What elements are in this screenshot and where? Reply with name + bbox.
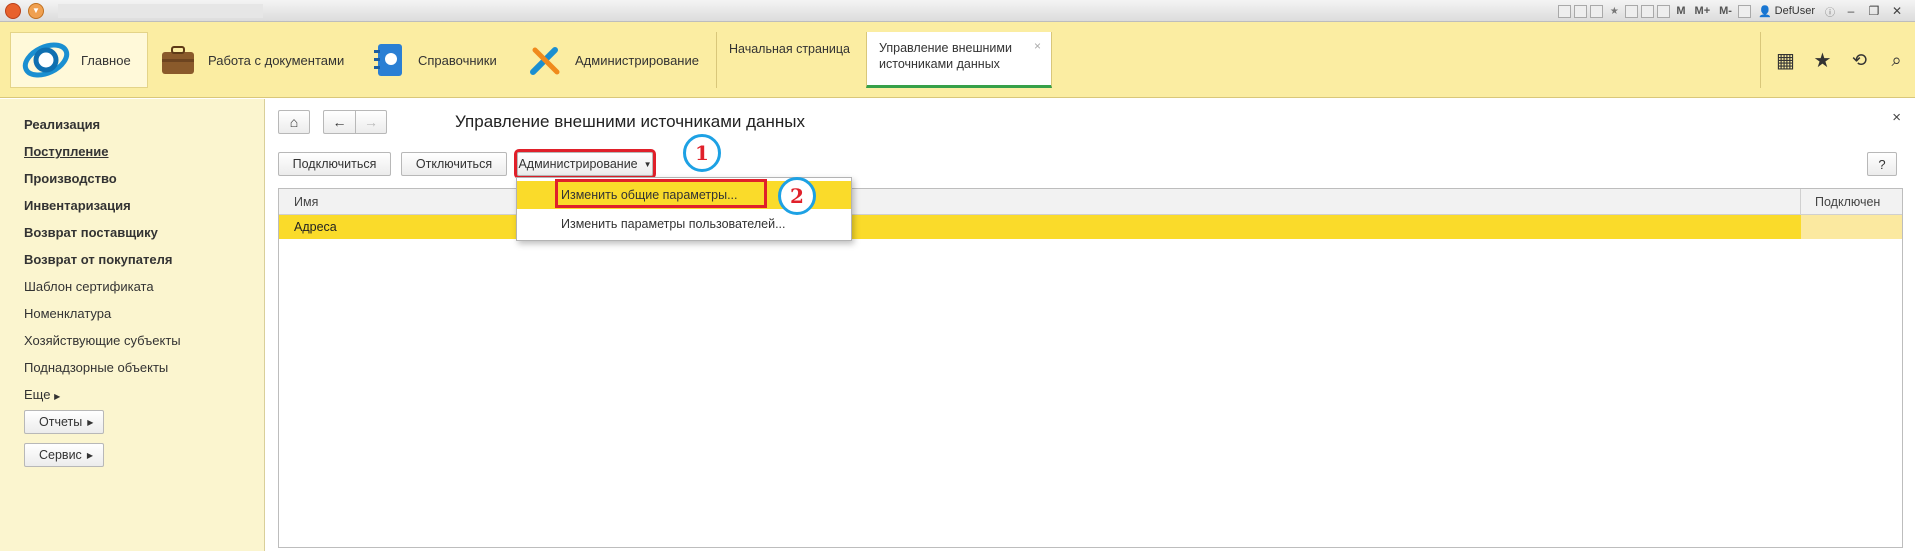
nav-item-certificate-template[interactable]: Шаблон сертификата: [24, 279, 154, 294]
row-connected-cell: [1801, 215, 1902, 239]
triangle-right-icon: ▶: [54, 392, 61, 401]
disconnect-button[interactable]: Отключиться: [401, 152, 507, 176]
user-name: DefUser: [1774, 5, 1815, 17]
tab-close-icon[interactable]: ×: [1034, 38, 1041, 54]
favorites-add-icon[interactable]: ★: [1606, 3, 1622, 19]
tab-external-data-sources-label-1: Управление внешними: [879, 41, 1012, 55]
titlebar-tools: ★ M M+ M- 👤 DefUser ⓘ – ❐ ✕: [1558, 2, 1907, 20]
callout-1: 1: [683, 134, 721, 172]
save-icon[interactable]: [1558, 4, 1572, 18]
administration-button-label: Администрирование: [518, 157, 638, 171]
address-book-icon: [374, 44, 402, 76]
left-navigation: Реализация Поступление Производство Инве…: [0, 99, 265, 551]
nav-item-more[interactable]: Еще ▶: [24, 387, 60, 402]
preview-icon[interactable]: [1590, 4, 1604, 18]
nav-item-return-from-customer[interactable]: Возврат от покупателя: [24, 252, 172, 267]
user-icon: 👤: [1757, 5, 1772, 18]
tab-external-data-sources-label-2: источниками данных: [879, 57, 1000, 71]
close-window-icon[interactable]: ✕: [1887, 4, 1907, 18]
print-icon[interactable]: [1574, 4, 1588, 18]
memory-m-plus-button[interactable]: M+: [1692, 5, 1714, 17]
triangle-right-icon: ▶: [86, 450, 93, 460]
tab-start-page[interactable]: Начальная страница: [716, 32, 866, 88]
triangle-down-icon: ▼: [643, 159, 652, 169]
home-icon: ⌂: [289, 114, 299, 130]
home-button[interactable]: ⌂: [278, 110, 310, 134]
nav-item-inventory[interactable]: Инвентаризация: [24, 198, 131, 213]
search-icon[interactable]: ⌕: [1878, 50, 1915, 71]
callout-2: 2: [778, 177, 816, 215]
triangle-right-icon: ▶: [87, 417, 94, 427]
minimize-icon[interactable]: –: [1841, 4, 1861, 18]
star-icon[interactable]: ★: [1804, 48, 1841, 73]
current-user[interactable]: 👤 DefUser: [1754, 5, 1819, 18]
briefcase-icon: [162, 46, 194, 74]
back-button[interactable]: ←: [323, 110, 355, 134]
section-administration[interactable]: Администрирование: [527, 32, 699, 88]
nav-more-label: Еще: [24, 387, 51, 402]
column-name-header[interactable]: Имя: [294, 195, 318, 209]
link-icon[interactable]: [1625, 4, 1639, 18]
nav-item-receipt[interactable]: Поступление: [24, 144, 109, 159]
calculator-icon[interactable]: [1641, 4, 1655, 18]
section-documents-label: Работа с документами: [208, 52, 345, 68]
form-title: Управление внешними источниками данных: [455, 112, 805, 131]
form-area: ⌂ ← → Управление внешними источниками да…: [266, 99, 1915, 551]
arrow-right-icon: →: [364, 114, 378, 130]
column-separator: [1800, 189, 1801, 215]
section-administration-label: Администрирование: [575, 52, 699, 68]
1c-logo-icon: [22, 42, 70, 78]
window-titlebar: ▼ ★ M M+ M- 👤 DefUser ⓘ – ❐ ✕: [0, 0, 1915, 22]
nav-item-production[interactable]: Производство: [24, 171, 117, 186]
form-close-icon[interactable]: ×: [1892, 109, 1901, 126]
sections-panel: Главное Работа с документами Справочники…: [0, 22, 1915, 98]
section-panel-tools: ▦ ★ ⟲ ⌕: [1760, 32, 1915, 88]
app-logo-icon[interactable]: [5, 3, 21, 19]
tab-external-data-sources[interactable]: Управление внешними источниками данных ×: [866, 32, 1052, 88]
memory-m-button[interactable]: M: [1673, 5, 1688, 17]
column-connected-header[interactable]: Подключен: [1815, 195, 1880, 209]
history-icon[interactable]: ⟲: [1841, 50, 1878, 71]
section-catalogs[interactable]: Справочники: [372, 32, 497, 88]
nav-item-realization[interactable]: Реализация: [24, 117, 100, 132]
apps-grid-icon[interactable]: ▦: [1767, 48, 1804, 73]
restore-icon[interactable]: ❐: [1864, 4, 1884, 18]
data-sources-table: Имя Подключен Адреса: [278, 188, 1903, 548]
service-button[interactable]: Сервис ▶: [24, 443, 104, 467]
calendar-icon[interactable]: [1657, 4, 1671, 18]
main-menu-arrow-icon[interactable]: ▼: [28, 3, 44, 19]
row-name-cell: Адреса: [294, 220, 337, 234]
arrow-left-icon: ←: [332, 114, 347, 130]
info-icon[interactable]: ⓘ: [1822, 3, 1838, 19]
nav-item-supervised-objects[interactable]: Поднадзорные объекты: [24, 360, 168, 375]
section-main[interactable]: Главное: [10, 32, 148, 88]
highlight-box: [555, 179, 767, 208]
reports-label: Отчеты: [39, 415, 83, 429]
tab-start-page-label: Начальная страница: [729, 42, 850, 56]
section-documents[interactable]: Работа с документами: [160, 32, 344, 88]
administration-button[interactable]: Администрирование ▼: [514, 149, 656, 179]
window-title-placeholder: [58, 4, 263, 18]
connect-button[interactable]: Подключиться: [278, 152, 391, 176]
panels-icon[interactable]: [1737, 4, 1751, 18]
tools-icon: [530, 47, 560, 75]
section-main-label: Главное: [81, 52, 131, 68]
nav-item-nomenclature[interactable]: Номенклатура: [24, 306, 111, 321]
forward-button[interactable]: →: [355, 110, 387, 134]
section-catalogs-label: Справочники: [418, 52, 497, 68]
nav-item-return-to-supplier[interactable]: Возврат поставщику: [24, 225, 158, 240]
nav-item-business-entities[interactable]: Хозяйствующие субъекты: [24, 333, 181, 348]
memory-m-minus-button[interactable]: M-: [1716, 5, 1735, 17]
help-button[interactable]: ?: [1867, 152, 1897, 176]
service-label: Сервис: [39, 448, 82, 462]
reports-button[interactable]: Отчеты ▶: [24, 410, 105, 434]
